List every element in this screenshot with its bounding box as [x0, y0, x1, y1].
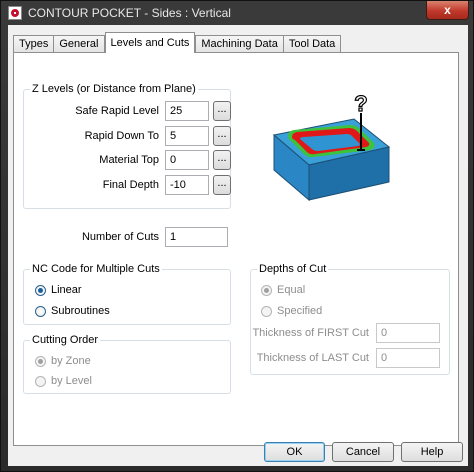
equal-option[interactable]: Equal: [261, 284, 305, 296]
first-cut-input[interactable]: 0: [376, 323, 440, 343]
subroutines-option[interactable]: Subroutines: [35, 305, 110, 317]
equal-radio[interactable]: [261, 284, 272, 296]
rapid-down-input[interactable]: 5: [165, 126, 209, 146]
number-of-cuts-label: Number of Cuts: [81, 231, 159, 243]
by-level-label: by Level: [51, 375, 92, 387]
safe-rapid-label: Safe Rapid Level: [75, 105, 159, 117]
specified-radio[interactable]: [261, 305, 272, 317]
window-title: CONTOUR POCKET - Sides : Vertical: [28, 6, 231, 20]
number-of-cuts-input[interactable]: 1: [165, 227, 228, 247]
tab-types[interactable]: Types: [13, 35, 55, 53]
by-zone-label: by Zone: [51, 355, 91, 367]
tab-general[interactable]: General: [53, 35, 105, 53]
by-level-radio[interactable]: [35, 375, 46, 387]
material-top-browse-button[interactable]: ...: [213, 150, 231, 170]
title-bar: CONTOUR POCKET - Sides : Vertical x: [1, 1, 473, 25]
tab-strip: Types General Levels and Cuts Machining …: [13, 32, 342, 53]
tab-machining-data[interactable]: Machining Data: [195, 35, 284, 53]
cancel-button[interactable]: Cancel: [332, 442, 394, 462]
subroutines-radio[interactable]: [35, 305, 46, 317]
final-depth-input[interactable]: -10: [165, 175, 209, 195]
close-button[interactable]: x: [426, 1, 469, 20]
levels-and-cuts-panel: Z Levels (or Distance from Plane) Safe R…: [13, 52, 459, 446]
final-depth-browse-button[interactable]: ...: [213, 175, 231, 195]
by-level-option[interactable]: by Level: [35, 375, 92, 387]
material-top-input[interactable]: 0: [165, 150, 209, 170]
last-cut-label: Thickness of LAST Cut: [256, 352, 369, 364]
pocket-preview-image: ?: [272, 95, 391, 202]
material-top-label: Material Top: [99, 154, 159, 166]
linear-option[interactable]: Linear: [35, 284, 82, 296]
linear-label: Linear: [51, 284, 82, 296]
by-zone-option[interactable]: by Zone: [35, 355, 91, 367]
rapid-down-browse-button[interactable]: ...: [213, 126, 231, 146]
specified-option[interactable]: Specified: [261, 305, 322, 317]
nc-code-legend: NC Code for Multiple Cuts: [32, 263, 160, 275]
tab-levels-and-cuts[interactable]: Levels and Cuts: [104, 32, 196, 53]
ok-button[interactable]: OK: [264, 442, 325, 462]
depths-of-cut-legend: Depths of Cut: [259, 263, 327, 275]
tab-tool-data[interactable]: Tool Data: [282, 35, 342, 53]
z-levels-legend: Z Levels (or Distance from Plane): [32, 83, 196, 95]
final-depth-label: Final Depth: [102, 179, 159, 191]
subroutines-label: Subroutines: [51, 305, 110, 317]
rapid-down-label: Rapid Down To: [84, 130, 159, 142]
dialog-window: CONTOUR POCKET - Sides : Vertical x Type…: [0, 0, 474, 472]
last-cut-input[interactable]: 0: [376, 348, 440, 368]
first-cut-label: Thickness of FIRST Cut: [252, 327, 369, 339]
safe-rapid-browse-button[interactable]: ...: [213, 101, 231, 121]
safe-rapid-input[interactable]: 25: [165, 101, 209, 121]
linear-radio[interactable]: [35, 284, 46, 296]
by-zone-radio[interactable]: [35, 355, 46, 367]
equal-label: Equal: [277, 284, 306, 296]
cutting-order-legend: Cutting Order: [32, 334, 99, 346]
dialog-client: Types General Levels and Cuts Machining …: [8, 25, 468, 466]
help-question-icon: ?: [354, 95, 367, 116]
help-button[interactable]: Help: [401, 442, 463, 462]
specified-label: Specified: [277, 305, 323, 317]
app-icon: [8, 6, 22, 20]
